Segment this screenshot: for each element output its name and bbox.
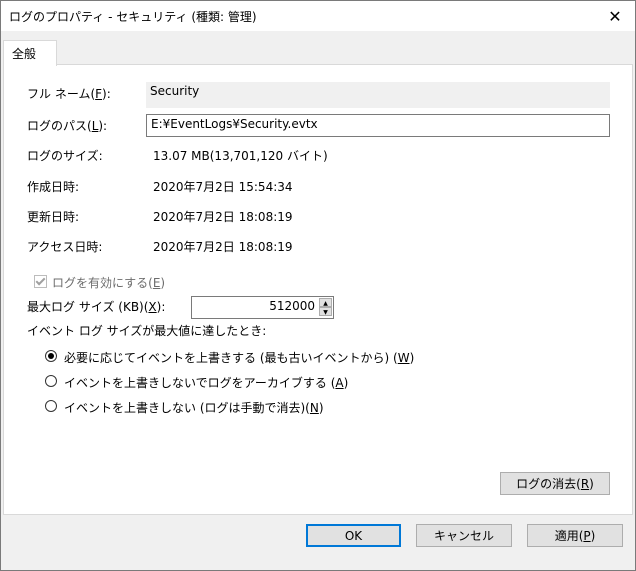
enable-logging-label: ログを有効にする(E) — [52, 276, 166, 290]
ok-button[interactable]: OK — [306, 524, 401, 547]
log-size-value: 13.07 MB(13,701,120 バイト) — [153, 149, 328, 163]
do-not-overwrite-radio[interactable] — [45, 400, 57, 412]
log-path-field[interactable]: E:¥EventLogs¥Security.evtx — [146, 114, 610, 137]
window-title: ログのプロパティ - セキュリティ (種類: 管理) — [9, 10, 257, 24]
modified-value: 2020年7月2日 18:08:19 — [153, 210, 293, 224]
created-label: 作成日時: — [27, 180, 80, 194]
log-size-label: ログのサイズ: — [27, 149, 103, 163]
clear-log-button[interactable]: ログの消去(R) — [500, 472, 610, 495]
policy-heading: イベント ログ サイズが最大値に達したとき: — [27, 324, 267, 338]
full-name-field: Security — [146, 82, 610, 108]
overwrite-as-needed-radio[interactable] — [45, 350, 57, 362]
apply-button[interactable]: 適用(P) — [527, 524, 623, 547]
max-size-spinner[interactable]: 512000 ▲ ▼ — [191, 296, 334, 319]
log-path-label: ログのパス(L): — [27, 119, 108, 133]
spin-up-icon[interactable]: ▲ — [319, 298, 332, 307]
enable-logging-checkbox[interactable] — [34, 275, 47, 288]
spin-down-icon[interactable]: ▼ — [319, 307, 332, 316]
accessed-value: 2020年7月2日 18:08:19 — [153, 240, 293, 254]
created-value: 2020年7月2日 15:54:34 — [153, 180, 293, 194]
log-path-value: E:¥EventLogs¥Security.evtx — [151, 117, 318, 131]
accessed-label: アクセス日時: — [27, 240, 103, 254]
do-not-overwrite-label[interactable]: イベントを上書きしない (ログは手動で消去)(N) — [64, 399, 324, 416]
max-size-value: 512000 — [269, 299, 315, 313]
tab-general[interactable]: 全般 — [3, 40, 57, 66]
properties-dialog: ログのプロパティ - セキュリティ (種類: 管理) ✕ 全般 フル ネーム(F… — [0, 0, 636, 571]
tab-general-label: 全般 — [12, 47, 37, 61]
overwrite-as-needed-label[interactable]: 必要に応じてイベントを上書きする (最も古いイベントから) (W) — [64, 349, 414, 366]
full-name-value: Security — [150, 84, 200, 98]
close-icon[interactable]: ✕ — [595, 1, 635, 31]
full-name-label: フル ネーム(F): — [27, 87, 111, 101]
title-bar: ログのプロパティ - セキュリティ (種類: 管理) ✕ — [1, 1, 635, 31]
max-size-label: 最大ログ サイズ (KB)(X): — [27, 300, 166, 314]
modified-label: 更新日時: — [27, 210, 80, 224]
cancel-button[interactable]: キャンセル — [416, 524, 512, 547]
archive-log-label[interactable]: イベントを上書きしないでログをアーカイブする (A) — [64, 374, 348, 391]
archive-log-radio[interactable] — [45, 375, 57, 387]
